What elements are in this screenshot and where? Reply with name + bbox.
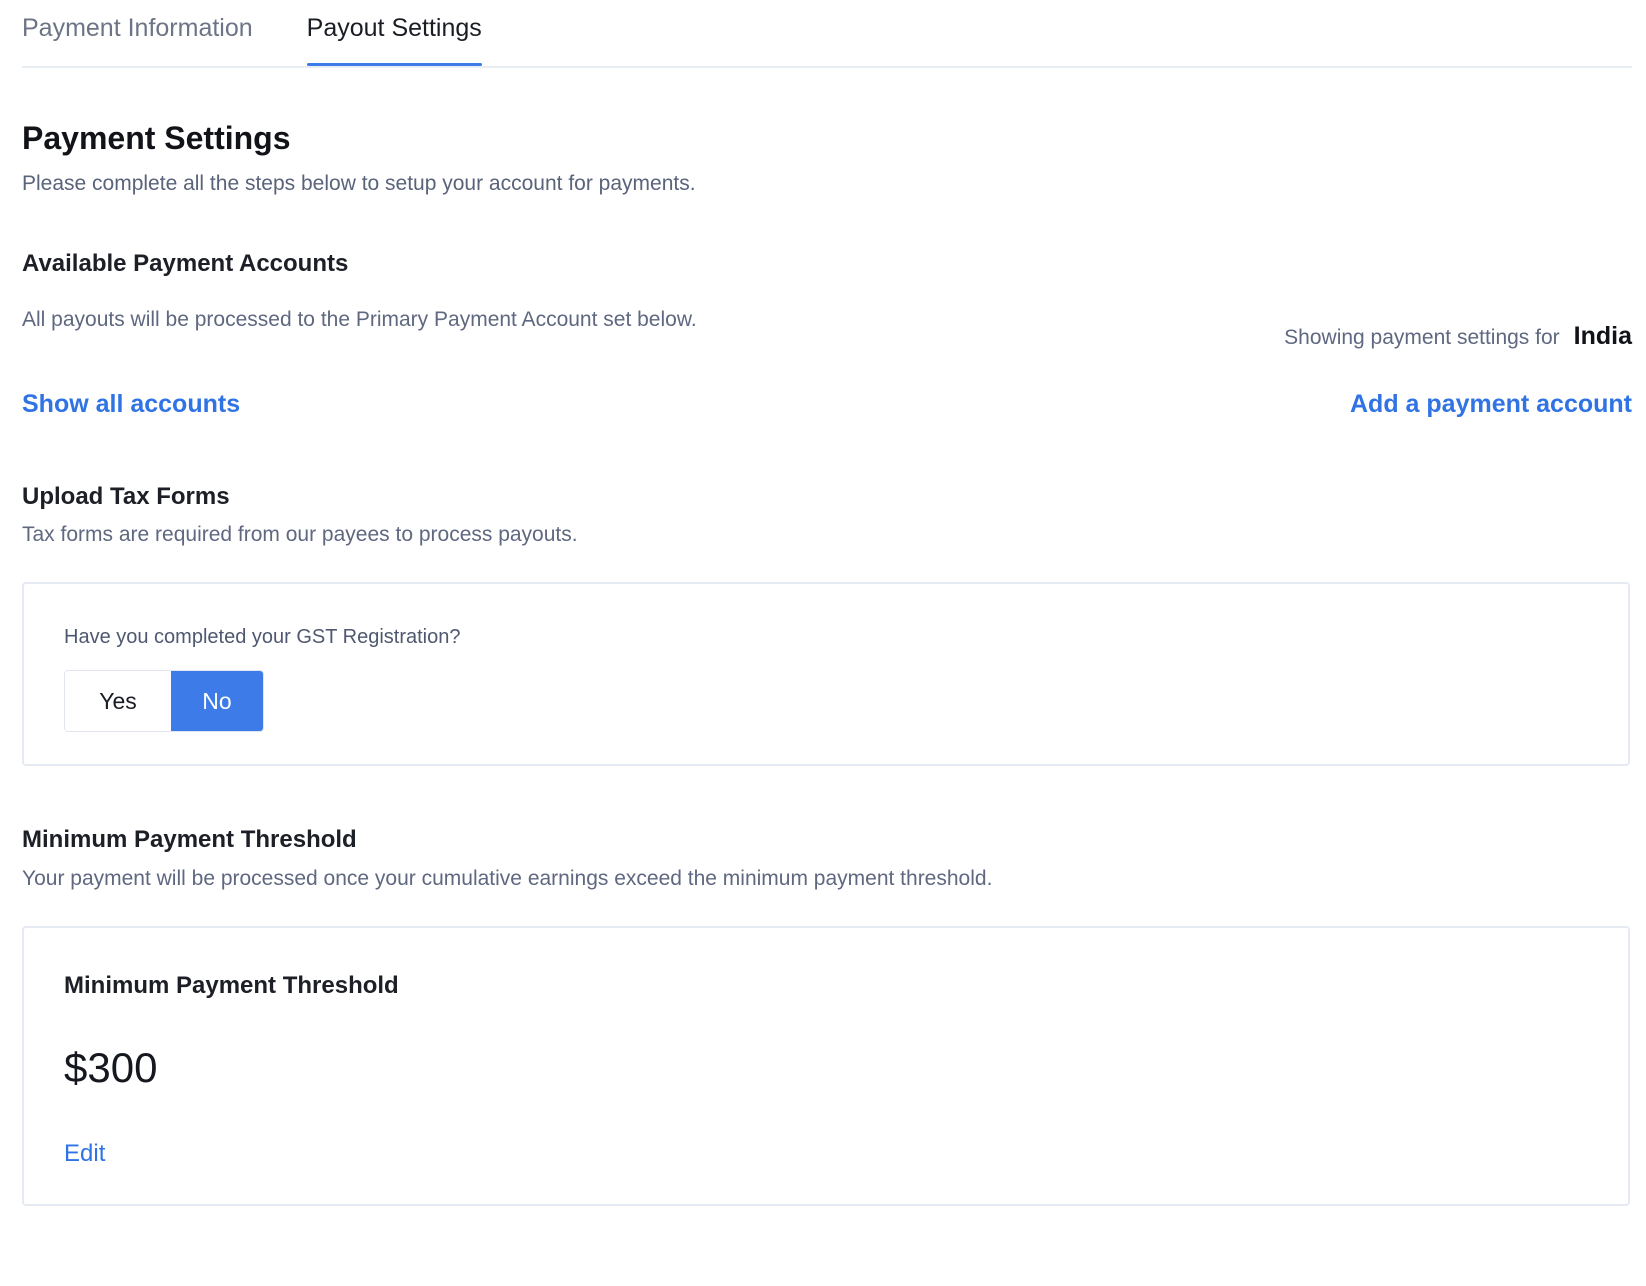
gst-registration-card: Have you completed your GST Registration… bbox=[22, 582, 1630, 766]
threshold-amount: $300 bbox=[64, 1044, 158, 1091]
threshold-edit-link[interactable]: Edit bbox=[64, 1140, 105, 1168]
threshold-card-title: Minimum Payment Threshold bbox=[64, 972, 399, 999]
add-payment-account-link[interactable]: Add a payment account bbox=[1350, 390, 1632, 419]
gst-question: Have you completed your GST Registration… bbox=[64, 626, 461, 648]
country-selector-info: Showing payment settings for India bbox=[1284, 322, 1632, 351]
tab-payout-settings[interactable]: Payout Settings bbox=[306, 0, 482, 66]
tax-forms-heading: Upload Tax Forms bbox=[22, 483, 230, 510]
tax-forms-description: Tax forms are required from our payees t… bbox=[22, 523, 578, 546]
gst-no-button[interactable]: No bbox=[171, 671, 263, 731]
tab-payment-information[interactable]: Payment Information bbox=[22, 0, 253, 50]
showing-settings-label: Showing payment settings for bbox=[1284, 326, 1560, 349]
page-title: Payment Settings bbox=[22, 120, 291, 156]
show-all-accounts-link[interactable]: Show all accounts bbox=[22, 390, 240, 419]
gst-yes-button[interactable]: Yes bbox=[65, 671, 171, 731]
threshold-heading: Minimum Payment Threshold bbox=[22, 826, 357, 853]
threshold-description: Your payment will be processed once your… bbox=[22, 867, 993, 890]
threshold-card: Minimum Payment Threshold $300 Edit bbox=[22, 926, 1630, 1206]
country-value: India bbox=[1573, 322, 1632, 350]
payout-settings-page: Payment Information Payout Settings Paym… bbox=[22, 0, 1632, 1206]
page-subtitle: Please complete all the steps below to s… bbox=[22, 172, 696, 195]
tab-bar: Payment Information Payout Settings bbox=[22, 0, 1632, 68]
gst-yes-no-toggle: Yes No bbox=[64, 670, 264, 732]
payment-accounts-description: All payouts will be processed to the Pri… bbox=[22, 308, 697, 331]
payment-accounts-heading: Available Payment Accounts bbox=[22, 250, 349, 277]
